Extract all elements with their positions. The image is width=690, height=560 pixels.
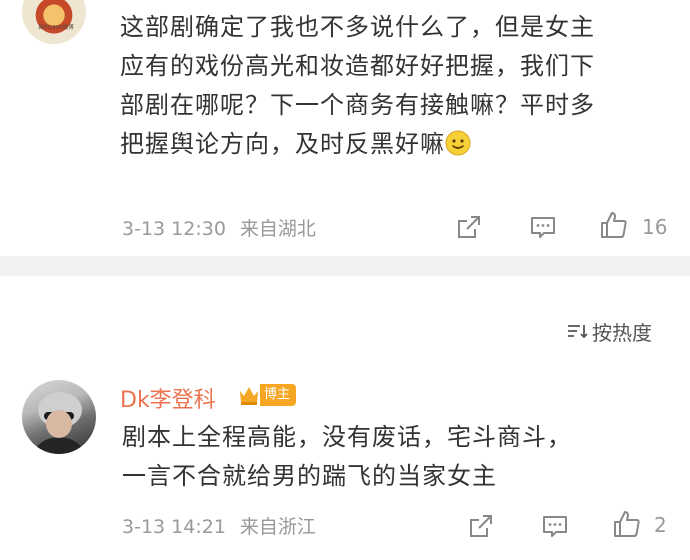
like-count: 16	[642, 215, 668, 239]
sort-icon	[568, 325, 588, 339]
smile-face-icon	[445, 130, 471, 156]
location: 来自湖北	[239, 218, 316, 240]
like-count: 2	[654, 513, 667, 537]
share-icon[interactable]	[454, 212, 484, 242]
comment-meta: 3-13 14:21 来自浙江	[122, 512, 316, 539]
section-divider	[0, 256, 690, 276]
timestamp: 3-13 14:21	[122, 516, 226, 538]
blogger-badge: 博主	[238, 382, 297, 408]
thumbs-up-icon[interactable]	[611, 508, 643, 540]
location: 来自浙江	[239, 516, 316, 538]
crown-icon	[240, 387, 258, 405]
share-icon[interactable]	[466, 511, 496, 541]
sort-label: 按热度	[592, 321, 652, 345]
comment-text: 这部剧确定了我也不多说什么了，但是女主 应有的戏份高光和妆造都好好把握，我们下 …	[120, 8, 675, 164]
timestamp: 3-13 12:30	[122, 218, 226, 240]
avatar-portrait-icon	[32, 392, 86, 454]
avatar[interactable]	[22, 0, 86, 44]
comment-text: 剧本上全程高能，没有废话，宅斗商斗， 一言不合就给男的踹飞的当家女主	[122, 423, 572, 490]
sort-toggle[interactable]: 按热度	[566, 317, 652, 346]
comment-meta: 3-13 12:30 来自湖北	[122, 214, 316, 241]
badge-label: 博主	[260, 384, 297, 406]
thumbs-up-icon[interactable]	[598, 209, 630, 241]
avatar-caption: 新的1800微博	[38, 24, 74, 31]
comment-icon[interactable]	[540, 511, 570, 541]
comment-icon[interactable]	[528, 212, 558, 242]
comment-body: 这部剧确定了我也不多说什么了，但是女主 应有的戏份高光和妆造都好好把握，我们下 …	[120, 13, 595, 158]
avatar[interactable]	[22, 380, 96, 454]
username[interactable]: Dk李登科	[120, 382, 216, 414]
